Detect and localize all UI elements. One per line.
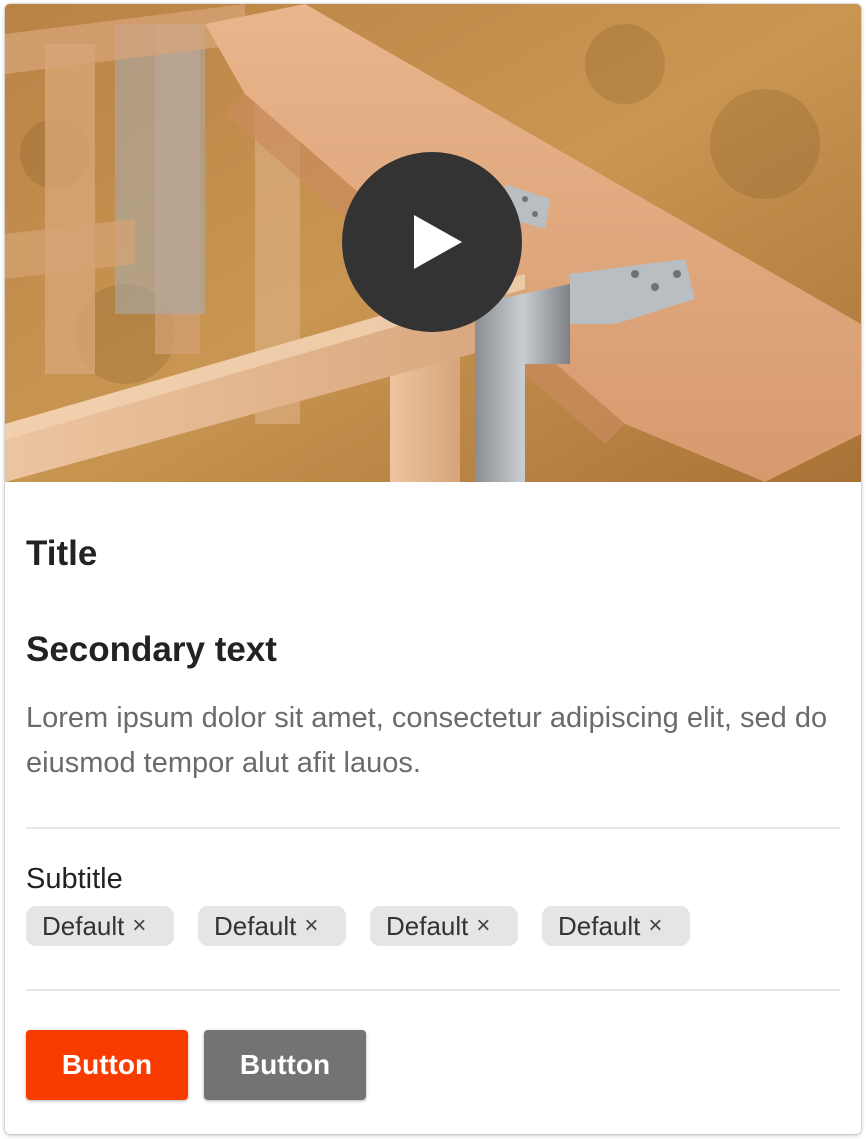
chip-label: Default (42, 910, 125, 941)
close-icon[interactable]: × (648, 912, 662, 940)
chip-label: Default (558, 910, 641, 941)
chip-label: Default (386, 910, 469, 941)
divider (26, 989, 840, 991)
close-icon[interactable]: × (476, 912, 490, 940)
subtitle: Subtitle (26, 863, 123, 895)
secondary-button[interactable]: Button (204, 1030, 366, 1100)
close-icon[interactable]: × (132, 912, 146, 940)
chip-label: Default (214, 910, 297, 941)
play-button[interactable] (342, 152, 522, 332)
close-icon[interactable]: × (304, 912, 318, 940)
media-card: Title Secondary text Lorem ipsum dolor s… (5, 4, 861, 1134)
video-thumbnail[interactable] (5, 4, 861, 482)
play-icon (414, 215, 462, 269)
primary-button[interactable]: Button (26, 1030, 188, 1100)
chip-group: Default × Default × Default × Default × (26, 906, 690, 946)
body-text: Lorem ipsum dolor sit amet, consectetur … (26, 702, 828, 779)
chip[interactable]: Default × (26, 906, 174, 946)
chip[interactable]: Default × (198, 906, 346, 946)
secondary-text: Secondary text (26, 630, 277, 669)
card-title: Title (26, 534, 98, 573)
chip[interactable]: Default × (370, 906, 518, 946)
divider (26, 827, 840, 829)
chip[interactable]: Default × (542, 906, 690, 946)
